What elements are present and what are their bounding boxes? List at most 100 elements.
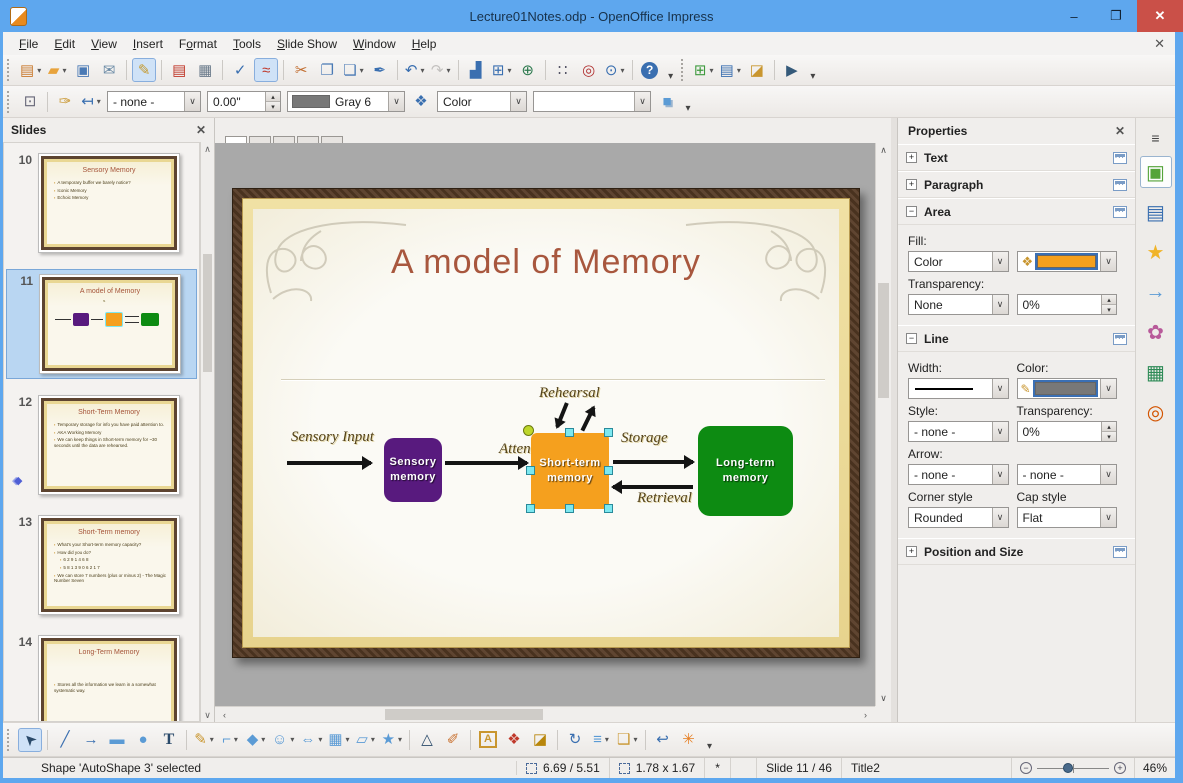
horizontal-scrollbar[interactable]: ‹ › — [215, 706, 875, 722]
slide-template-name[interactable]: Title2 — [842, 758, 1012, 778]
properties-tab-icon[interactable]: ▣ — [1139, 156, 1172, 188]
slide-thumbnail-10[interactable]: 10 Sensory Memory A temporary buffer we … — [6, 149, 197, 257]
slide-thumbnail-14[interactable]: 14 Long-Term Memory Stores all the infor… — [6, 631, 197, 721]
maximize-button[interactable]: ❐ — [1095, 0, 1137, 32]
line-style-select[interactable]: - none - — [107, 91, 201, 112]
master-pages-tab-icon[interactable]: ▤ — [1140, 196, 1172, 228]
expander-icon[interactable]: − — [906, 333, 917, 344]
slide-thumbnail-12[interactable]: 12 ◆ Short-Term Memory Temporary storage… — [6, 391, 197, 499]
dropdown-arrow-icon[interactable] — [184, 92, 200, 111]
storage-label[interactable]: Storage — [621, 430, 668, 447]
fill-type-select[interactable]: Color — [437, 91, 527, 112]
tab-normal[interactable] — [225, 136, 247, 143]
arrange-icon[interactable]: ❑ — [615, 728, 639, 752]
rectangle-icon[interactable]: ▬ — [105, 728, 129, 752]
dropdown-arrow-icon[interactable] — [388, 92, 404, 111]
dialog-launcher-icon[interactable] — [1113, 151, 1127, 164]
gallery-tab-icon[interactable]: ▦ — [1140, 356, 1172, 388]
stars-icon[interactable]: ★ — [380, 728, 404, 752]
corner-adjust-handle[interactable] — [523, 425, 534, 436]
retrieval-label[interactable]: Retrieval — [637, 490, 692, 507]
long-term-memory-box[interactable]: Long-term memory — [698, 426, 793, 516]
flowchart-icon[interactable]: ▦ — [326, 728, 351, 752]
corner-style-select[interactable]: Rounded — [908, 507, 1009, 528]
slides-scrollbar[interactable]: ∧ ∨ — [200, 142, 214, 722]
dialog-launcher-icon[interactable] — [1113, 332, 1127, 345]
fill-type-select[interactable]: Color — [908, 251, 1009, 272]
area-fill-icon[interactable]: ❖ — [409, 90, 433, 114]
storage-arrow[interactable] — [613, 455, 695, 469]
zoom-slider[interactable]: − + — [1012, 758, 1135, 778]
minimize-button[interactable]: – — [1053, 0, 1095, 32]
retrieval-arrow[interactable] — [611, 480, 693, 494]
print-icon[interactable]: ▦ — [193, 58, 217, 82]
scrollbar-thumb[interactable] — [878, 283, 889, 398]
tab-outline[interactable] — [249, 136, 271, 143]
navigator-icon[interactable]: ◎ — [577, 58, 601, 82]
new-slide-icon[interactable]: ⊞ — [692, 58, 716, 82]
connector-icon[interactable]: ⌐ — [218, 728, 242, 752]
fill-color-select[interactable]: ❖ — [1016, 251, 1117, 272]
cap-style-select[interactable]: Flat — [1016, 507, 1117, 528]
close-button[interactable]: ✕ — [1137, 0, 1183, 32]
slide-canvas[interactable]: A model of Memory Sensory Input Sensory … — [232, 188, 860, 658]
dropdown-arrow-icon[interactable] — [1100, 252, 1116, 271]
selection-handle[interactable] — [604, 428, 613, 437]
arrow-start-select[interactable]: - none - — [908, 464, 1009, 485]
zoom-track[interactable] — [1036, 762, 1109, 773]
dropdown-arrow-icon[interactable] — [991, 252, 1008, 271]
undo-icon[interactable]: ↶ — [403, 58, 427, 82]
section-line[interactable]: − Line — [898, 325, 1135, 352]
arrow-end-select[interactable]: - none - — [1016, 464, 1117, 485]
scroll-right-icon[interactable]: › — [858, 707, 873, 722]
menu-format[interactable]: Format — [171, 34, 225, 54]
rehearsal-label[interactable]: Rehearsal — [539, 385, 600, 402]
menu-window[interactable]: Window — [345, 34, 404, 54]
sensory-input-label[interactable]: Sensory Input — [291, 429, 374, 446]
spin-down-icon[interactable] — [1102, 432, 1116, 441]
fill-color-select[interactable] — [533, 91, 651, 112]
fontwork-icon[interactable]: A — [476, 728, 500, 752]
line-width-select[interactable] — [908, 378, 1009, 399]
custom-animation-tab-icon[interactable]: ★ — [1140, 236, 1172, 268]
dialog-launcher-icon[interactable] — [1113, 545, 1127, 558]
expander-icon[interactable]: − — [906, 206, 917, 217]
block-arrows-icon[interactable]: ⇔ — [298, 728, 324, 752]
menu-tools[interactable]: Tools — [225, 34, 269, 54]
expander-icon[interactable]: + — [906, 152, 917, 163]
sensory-input-arrow[interactable] — [287, 456, 373, 470]
spin-down-icon[interactable] — [1102, 305, 1116, 314]
chart-icon[interactable]: ▟ — [464, 58, 488, 82]
email-icon[interactable]: ✉ — [97, 58, 121, 82]
copy-icon[interactable]: ❐ — [315, 58, 339, 82]
autospellcheck-icon[interactable]: ≈ — [254, 58, 279, 82]
rehearsal-out-arrow[interactable] — [580, 406, 596, 432]
menu-edit[interactable]: Edit — [46, 34, 83, 54]
section-text[interactable]: + Text — [898, 144, 1135, 171]
callouts-icon[interactable]: ▱ — [354, 728, 378, 752]
table-icon[interactable]: ⊞ — [490, 58, 514, 82]
line-style-select[interactable]: - none - — [908, 421, 1009, 442]
scroll-up-icon[interactable]: ∧ — [201, 142, 214, 156]
interaction-icon[interactable]: ↩ — [651, 728, 675, 752]
arrow-icon[interactable]: → — [79, 728, 103, 752]
glue-points-icon[interactable]: ✐ — [441, 728, 465, 752]
zoom-icon[interactable]: ⊙ — [603, 58, 627, 82]
basic-shapes-icon[interactable]: ◆ — [244, 728, 268, 752]
cut-icon[interactable]: ✂ — [289, 58, 313, 82]
transparency-spinner[interactable]: 0% — [1016, 294, 1117, 315]
dropdown-arrow-icon[interactable] — [634, 92, 650, 111]
menu-file[interactable]: File — [11, 34, 46, 54]
scroll-down-icon[interactable]: ∨ — [876, 691, 891, 706]
export-pdf-icon[interactable]: ▤ — [167, 58, 191, 82]
selection-handle[interactable] — [604, 504, 613, 513]
edit-file-icon[interactable]: ✎ — [132, 58, 157, 82]
new-document-icon[interactable]: ▤ — [18, 58, 43, 82]
gallery-icon[interactable]: ◪ — [528, 728, 552, 752]
dropdown-arrow-icon[interactable] — [1100, 508, 1116, 527]
navigator-tab-icon[interactable]: ◎ — [1140, 396, 1172, 428]
vertical-scrollbar[interactable]: ∧ ∨ — [875, 143, 891, 706]
line-width-spinner[interactable]: 0.00" — [207, 91, 281, 112]
zoom-out-icon[interactable]: − — [1019, 762, 1032, 774]
menu-view[interactable]: View — [83, 34, 125, 54]
